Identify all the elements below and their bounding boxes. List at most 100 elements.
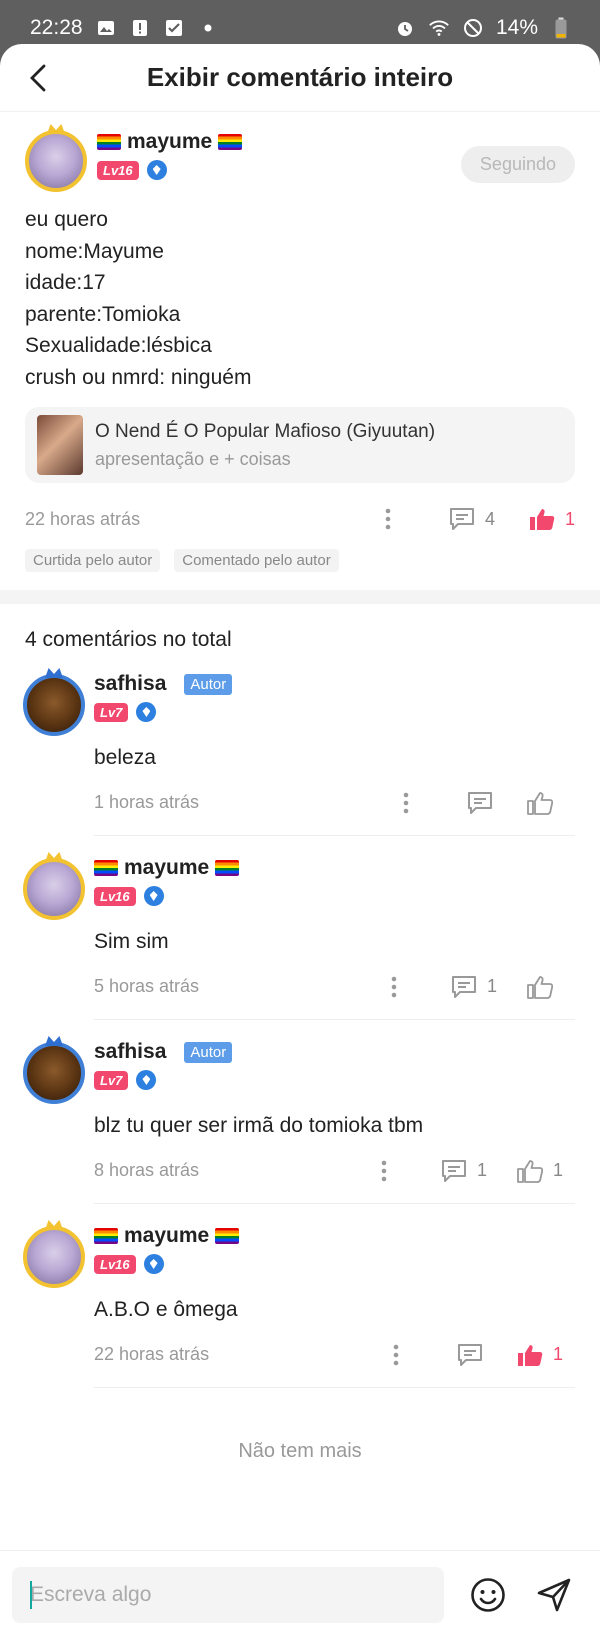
level-badge: Lv16 <box>94 1254 136 1274</box>
username[interactable]: mayume <box>124 856 209 880</box>
wifi-icon <box>428 17 450 39</box>
section-divider <box>0 590 600 604</box>
reply-meta: 1 horas atrás <box>94 770 575 836</box>
rainbow-flag-icon <box>215 1228 240 1244</box>
reply-button[interactable]: 1 <box>441 1159 487 1183</box>
rainbow-flag-icon <box>97 134 121 150</box>
book-title: O Nend É O Popular Mafioso (Giyuutan) <box>95 420 436 442</box>
reply-button[interactable]: 1 <box>451 975 497 999</box>
reply-count: 1 <box>476 1160 487 1180</box>
dots-menu-icon <box>391 976 397 997</box>
like-count: 1 <box>564 508 575 529</box>
reply-text: blz tu quer ser irmã do tomioka tbm <box>94 1114 424 1137</box>
more-options-button[interactable] <box>391 976 397 998</box>
book-cover <box>37 415 83 475</box>
like-button[interactable] <box>527 975 553 999</box>
avatar[interactable] <box>25 130 87 192</box>
dots-menu-icon <box>403 792 409 813</box>
end-of-list: Não tem mais <box>238 1440 362 1462</box>
avatar[interactable] <box>23 1042 85 1104</box>
avatar[interactable] <box>23 674 85 736</box>
level-badge: Lv7 <box>94 1070 129 1090</box>
dot-icon <box>197 17 219 39</box>
reply-item: safhisa Autor Lv7 beleza 1 horas atrás <box>0 652 600 836</box>
reply-text: Sim sim <box>94 930 169 953</box>
do-not-disturb-icon <box>462 17 484 39</box>
reply-item: safhisa Autor Lv7 blz tu quer ser irmã d… <box>0 1020 600 1204</box>
comment-icon <box>457 1343 482 1366</box>
verified-shield-icon <box>136 1070 157 1090</box>
comment-icon <box>451 975 476 998</box>
dots-menu-icon <box>393 1344 399 1365</box>
reply-text: A.B.O e ômega <box>94 1298 238 1321</box>
avatar[interactable] <box>23 1226 85 1288</box>
thumbs-up-icon <box>517 1344 543 1366</box>
reply-count: 1 <box>486 976 497 996</box>
back-button[interactable] <box>20 60 56 96</box>
like-button[interactable]: 1 <box>517 1159 563 1183</box>
book-card[interactable]: O Nend É O Popular Mafioso (Giyuutan) ap… <box>25 407 575 483</box>
image-icon <box>95 17 117 39</box>
battery-icon <box>550 17 572 39</box>
book-subtitle: apresentação e + coisas <box>95 448 291 469</box>
send-button[interactable] <box>532 1573 576 1617</box>
more-options-button[interactable] <box>385 508 391 530</box>
like-button[interactable]: 1 <box>517 1343 563 1367</box>
username[interactable]: mayume <box>124 1224 209 1248</box>
like-count: 1 <box>552 1160 563 1180</box>
like-button[interactable] <box>527 791 553 815</box>
check-icon <box>163 17 185 39</box>
username[interactable]: safhisa <box>94 672 166 696</box>
send-icon <box>537 1578 571 1611</box>
thumbs-up-icon <box>527 975 553 999</box>
username[interactable]: safhisa <box>94 1040 166 1064</box>
author-badge: Autor <box>184 1041 233 1063</box>
reply-time: 5 horas atrás <box>94 976 200 996</box>
comment-icon <box>441 1159 466 1182</box>
follow-button[interactable]: Seguindo <box>460 146 575 183</box>
thumbs-up-icon <box>517 1159 543 1183</box>
more-options-button[interactable] <box>393 1344 399 1366</box>
tag-commented-by-author: Comentado pelo autor <box>174 549 339 572</box>
status-time: 22:28 <box>30 16 83 39</box>
reply-button[interactable]: 4 <box>449 507 495 531</box>
reply-meta: 5 horas atrás 1 <box>94 954 575 1020</box>
reply-button[interactable] <box>467 791 493 815</box>
comment-time: 22 horas atrás <box>25 508 141 529</box>
like-count: 1 <box>552 1344 563 1364</box>
reply-meta: 8 horas atrás 1 1 <box>94 1138 575 1204</box>
page-title: Exibir comentário inteiro <box>146 62 454 92</box>
level-badge: Lv7 <box>94 702 129 722</box>
thumbs-up-icon <box>527 791 553 815</box>
reply-meta: 22 horas atrás 1 <box>94 1322 575 1388</box>
like-button[interactable]: 1 <box>529 507 575 531</box>
reply-time: 22 horas atrás <box>94 1344 210 1364</box>
comment-sheet: Exibir comentário inteiro mayume Lv16 Se… <box>0 44 600 1638</box>
rainbow-flag-icon <box>94 860 118 876</box>
username[interactable]: mayume <box>127 130 212 154</box>
emoji-button[interactable] <box>466 1573 510 1617</box>
comment-text: eu quero nome:Mayume idade:17 parente:To… <box>25 208 252 389</box>
battery-percent: 14% <box>495 16 538 39</box>
back-arrow-icon <box>30 64 46 92</box>
reply-item: mayume Lv16 A.B.O e ômega 22 horas atrás <box>0 1204 600 1388</box>
more-options-button[interactable] <box>403 792 409 814</box>
rainbow-flag-icon <box>94 1228 118 1244</box>
reply-time: 1 horas atrás <box>94 792 200 812</box>
tag-liked-by-author: Curtida pelo autor <box>25 549 161 572</box>
verified-shield-icon <box>146 160 167 180</box>
main-comment: mayume Lv16 Seguindo eu quero nome:Mayum… <box>0 130 600 572</box>
thumbs-up-icon <box>529 509 555 530</box>
rainbow-flag-icon <box>215 860 240 876</box>
more-options-button[interactable] <box>381 1160 387 1182</box>
avatar[interactable] <box>23 858 85 920</box>
comment-meta: 22 horas atrás 4 1 <box>25 489 575 549</box>
comment-field[interactable] <box>30 1582 444 1607</box>
comment-input[interactable] <box>12 1566 444 1623</box>
top-header: Exibir comentário inteiro <box>0 44 600 112</box>
dots-menu-icon <box>381 1160 387 1181</box>
reply-button[interactable] <box>457 1343 483 1367</box>
verified-shield-icon <box>136 702 157 722</box>
reply-count: 4 <box>484 508 495 529</box>
reply-item: mayume Lv16 Sim sim 5 horas atrás 1 <box>0 836 600 1020</box>
